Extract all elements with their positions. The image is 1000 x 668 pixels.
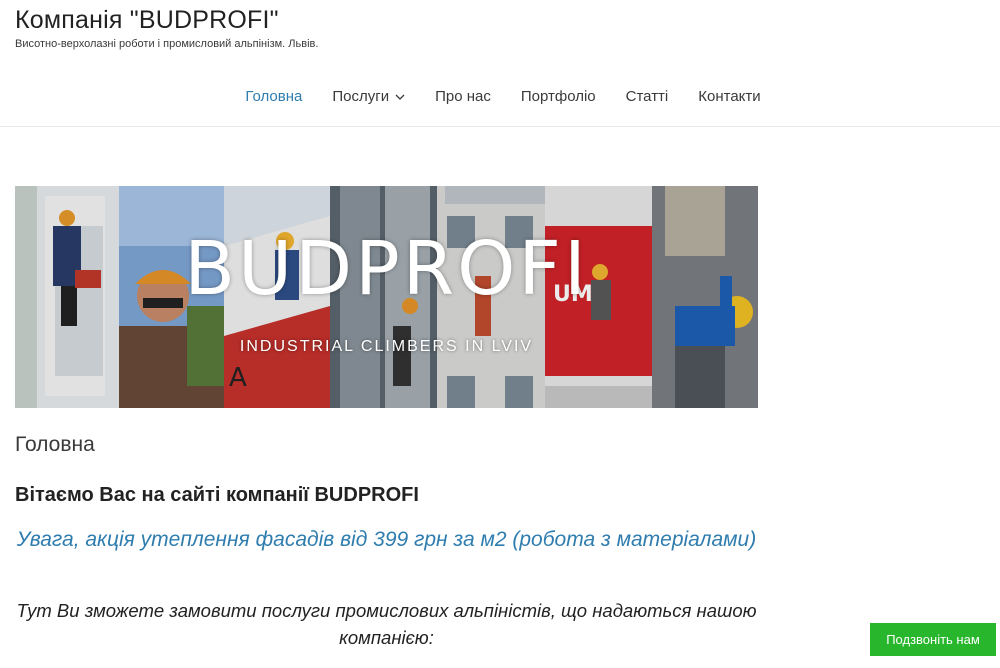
nav-item-label: Контакти (698, 88, 761, 105)
nav-item-home[interactable]: Головна (230, 86, 317, 107)
main-nav: Головна Послуги Про нас Портфоліо Статті… (0, 86, 1000, 107)
nav-item-label: Портфоліо (520, 88, 596, 105)
site-title[interactable]: Компанія "BUDPROFI" (15, 6, 279, 35)
hero-title: BUDPROFI (184, 226, 589, 312)
intro-text: Тут Ви зможете замовити послуги промисло… (16, 600, 757, 648)
welcome-heading: Вітаємо Вас на сайті компанії BUDPROFI (15, 484, 419, 506)
hero-banner: A UMA BUDPROFI INDUSTRIAL CLIMBERS IN LV… (15, 186, 758, 408)
nav-item-contacts[interactable]: Контакти (683, 86, 775, 107)
nav-item-articles[interactable]: Статті (611, 86, 684, 107)
promo-text: Увага, акція утеплення фасадів від 399 г… (16, 528, 757, 551)
nav-item-about[interactable]: Про нас (420, 86, 506, 107)
chevron-down-icon (395, 94, 405, 100)
site-header: Компанія "BUDPROFI" Висотно-верхолазні р… (0, 0, 1000, 127)
page-title: Головна (15, 433, 95, 456)
nav-item-services[interactable]: Послуги (317, 86, 420, 107)
hero-subtitle: INDUSTRIAL CLIMBERS IN LVIV (239, 338, 534, 355)
call-us-button[interactable]: Подзвоніть нам (870, 623, 996, 656)
nav-item-label: Послуги (332, 88, 390, 105)
site-description: Висотно-верхолазні роботи і промисловий … (15, 38, 319, 50)
nav-item-label: Головна (245, 88, 303, 105)
nav-item-label: Статті (625, 88, 669, 105)
nav-item-label: Про нас (435, 88, 491, 105)
nav-item-portfolio[interactable]: Портфоліо (506, 86, 611, 107)
